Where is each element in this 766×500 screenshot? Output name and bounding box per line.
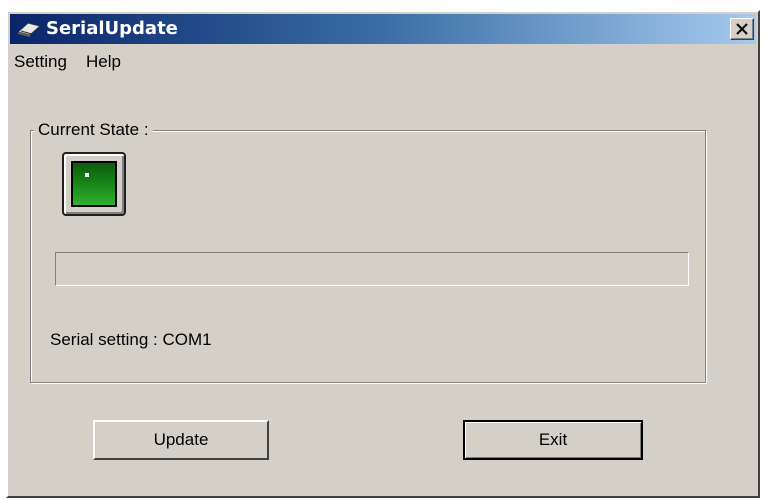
plug-icon: [16, 20, 42, 38]
green-light-icon: [71, 161, 117, 207]
close-icon: [736, 23, 748, 35]
led-highlight: [85, 173, 89, 177]
current-state-label: Current State :: [34, 120, 153, 140]
update-button[interactable]: Update: [93, 420, 269, 460]
status-indicator: [62, 152, 126, 216]
menu-help[interactable]: Help: [86, 52, 121, 72]
close-button[interactable]: [730, 18, 754, 40]
progress-bar: [55, 252, 689, 286]
title-bar[interactable]: SerialUpdate: [10, 14, 756, 44]
menu-setting[interactable]: Setting: [14, 52, 67, 72]
window-title: SerialUpdate: [46, 18, 178, 39]
menu-bar: Setting Help: [10, 46, 756, 78]
exit-button[interactable]: Exit: [463, 420, 643, 460]
serial-setting-text: Serial setting : COM1: [50, 330, 212, 349]
